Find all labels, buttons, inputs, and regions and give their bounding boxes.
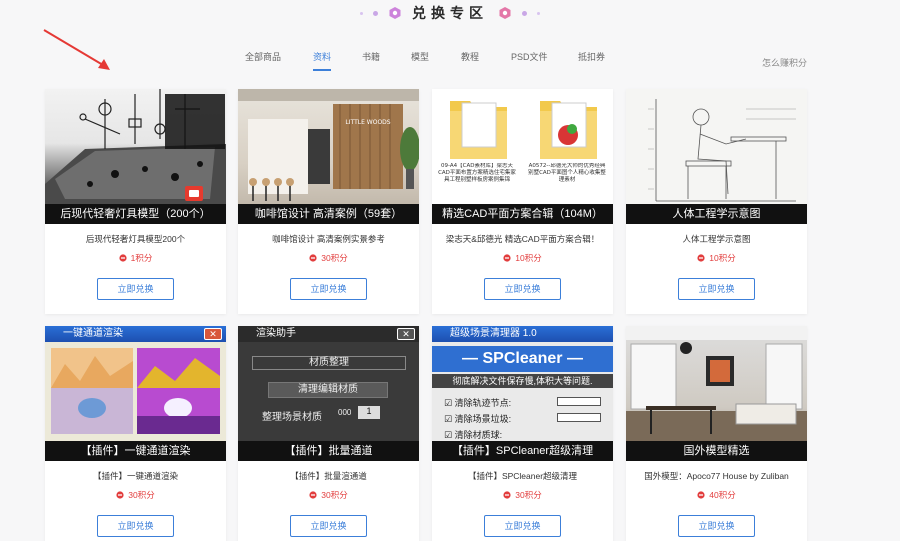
redeem-button[interactable]: 立即兑换 [484,515,561,537]
redeem-button[interactable]: 立即兑换 [97,278,174,300]
spcleaner-tagline: 彻底解决文件保存慢,体积大等问题. [432,374,613,388]
spcleaner-option: ☑ 清除材质球: [444,430,503,440]
tab-vouchers[interactable]: 抵扣券 [578,50,605,63]
thumbnail-caption: 国外模型精选 [626,441,807,461]
window-titlebar: 超级场景清理器 1.0 [432,326,613,342]
product-description: 后现代轻奢灯具模型200个 [85,234,186,244]
section-header: 兑换专区 [0,0,900,26]
points-cost: 10积分 [626,252,807,264]
points-cost: 40积分 [626,489,807,501]
earn-points-link[interactable]: 怎么赚积分 [762,56,807,69]
points-value: 30积分 [321,490,348,500]
ban-circle-icon [697,491,705,499]
redeem-button[interactable]: 立即兑换 [484,278,561,300]
product-thumbnail[interactable]: 渲染助手 ✕ 材质整理 清理编辑材质 整理场景材质 000 1 【插件】批量通道 [238,326,419,461]
product-thumbnail[interactable]: 后现代轻奢灯具模型（200个） [45,89,226,224]
product-description: 【插件】SPCleaner超级清理 [467,471,578,481]
tab-materials[interactable]: 资料 [313,50,332,71]
points-cost: 1积分 [45,252,226,264]
decor-dot [537,11,540,15]
product-thumbnail[interactable]: 人体工程学示意图 [626,89,807,224]
ban-circle-icon [116,491,124,499]
ban-circle-icon [309,254,317,262]
product-description: 【插件】一键通道渲染 [92,471,178,481]
thumbnail-caption: 【插件】一键通道渲染 [45,441,226,461]
hexagon-icon [499,7,511,19]
redeem-button[interactable]: 立即兑换 [290,515,367,537]
hexagon-icon [389,7,401,19]
points-value: 10积分 [709,253,736,263]
tab-books[interactable]: 书籍 [362,50,380,63]
page-title: 兑换专区 [412,5,488,21]
helper-number: 000 [338,408,352,417]
product-description: 人体工程学示意图 [682,234,751,244]
points-cost: 30积分 [238,252,419,264]
decor-dot [522,10,527,16]
spcleaner-banner: — SPCleaner — [432,346,613,372]
product-card: 渲染助手 ✕ 材质整理 清理编辑材质 整理场景材质 000 1 【插件】批量通道… [238,326,419,541]
points-value: 10积分 [515,253,542,263]
thumbnail-caption: 精选CAD平面方案合辑（104M） [432,204,613,224]
folder-icon [450,101,507,159]
ban-circle-icon [503,491,511,499]
product-thumbnail[interactable]: 一键通道渲染 ✕ 【插件】一键通道渲染 [45,326,226,461]
product-card: 人体工程学示意图 人体工程学示意图 10积分 立即兑换 [626,89,807,314]
points-value: 30积分 [321,253,348,263]
thumbnail-caption: 咖啡馆设计 高清案例（59套） [238,204,419,224]
points-cost: 10积分 [432,252,613,264]
thumbnail-caption: 【插件】批量通道 [238,441,419,461]
progress-box [557,413,601,422]
progress-box [557,397,601,406]
product-thumbnail[interactable]: 超级场景清理器 1.0 — SPCleaner — 彻底解决文件保存慢,体积大等… [432,326,613,461]
product-description: 【插件】批量渲通道 [290,471,367,481]
points-value: 40积分 [709,490,736,500]
product-card: 国外模型精选 国外模型：Apoco77 House by Zuliban 40积… [626,326,807,541]
product-thumbnail[interactable]: 09-A4【CAD素材库】梁志天CAD平面布置方案精选住宅集家具工程别墅样板房案… [432,89,613,224]
points-cost: 30积分 [432,489,613,501]
helper-row-label: 整理场景材质 [262,412,322,423]
spcleaner-option: ☑ 清除场景垃圾: [444,414,512,424]
cafe-sign: LITTLE WOODS [345,119,390,126]
redeem-button[interactable]: 立即兑换 [678,515,755,537]
points-cost: 30积分 [238,489,419,501]
helper-section: 材质整理 [252,356,406,370]
product-thumbnail[interactable]: LITTLE WOODS 咖啡馆设计 高清案例（59套） [238,89,419,224]
tab-all[interactable]: 全部商品 [245,50,281,63]
product-card: 09-A4【CAD素材库】梁志天CAD平面布置方案精选住宅集家具工程别墅样板房案… [432,89,613,314]
folder-icon [540,101,597,159]
tab-models[interactable]: 模型 [411,50,429,63]
tab-tutorials[interactable]: 教程 [461,50,479,63]
product-description: 咖啡馆设计 高清案例实景参考 [272,234,385,244]
thumbnail-caption: 【插件】SPCleaner超级清理 [432,441,613,461]
decor-dot [373,10,378,16]
decor-dot [360,11,363,15]
product-card: LITTLE WOODS 咖啡馆设计 高清案例（59套） 咖啡馆设计 高清案例实… [238,89,419,314]
product-card: 超级场景清理器 1.0 — SPCleaner — 彻底解决文件保存慢,体积大等… [432,326,613,541]
helper-button: 清理编辑材质 [268,382,388,398]
product-card: 后现代轻奢灯具模型（200个） 后现代轻奢灯具模型200个 1积分 立即兑换 [45,89,226,314]
ban-circle-icon [309,491,317,499]
ban-circle-icon [119,254,127,262]
product-thumbnail[interactable]: 国外模型精选 [626,326,807,461]
product-description: 梁志天&邱德光 精选CAD平面方案合辑！ [445,234,600,244]
spcleaner-option: ☑ 清除轨迹节点: [444,398,512,408]
redeem-button[interactable]: 立即兑换 [290,278,367,300]
window-titlebar: 渲染助手 [238,326,419,342]
helper-spinner: 1 [358,406,380,419]
product-description: 国外模型：Apoco77 House by Zuliban [644,471,789,481]
points-value: 30积分 [128,490,155,500]
redeem-button[interactable]: 立即兑换 [678,278,755,300]
close-icon: ✕ [397,328,415,340]
thumbnail-caption: 人体工程学示意图 [626,204,807,224]
tab-psd[interactable]: PSD文件 [511,50,548,63]
product-card: 一键通道渲染 ✕ 【插件】一键通道渲染 【插件】一键通道渲染 30积分 立即兑换 [45,326,226,541]
thumbnail-caption: 后现代轻奢灯具模型（200个） [45,204,226,224]
ban-circle-icon [697,254,705,262]
points-value: 30积分 [515,490,542,500]
ban-circle-icon [503,254,511,262]
points-cost: 30积分 [45,489,226,501]
redeem-button[interactable]: 立即兑换 [97,515,174,537]
points-value: 1积分 [130,253,153,263]
